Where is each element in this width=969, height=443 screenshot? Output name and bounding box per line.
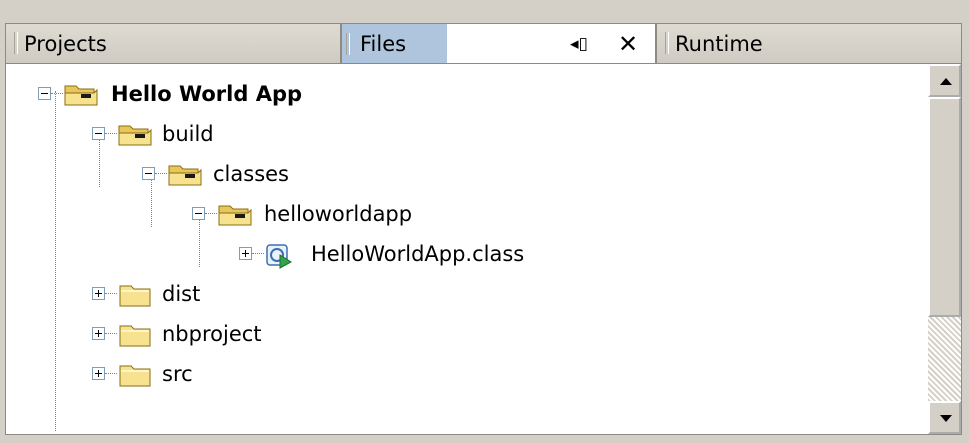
tree-node-label: helloworldapp (264, 202, 413, 226)
tree-node-build[interactable]: build (6, 114, 906, 154)
tab-projects-label: Projects (24, 32, 107, 56)
arrow-down-icon (940, 415, 952, 422)
open-folder-icon (118, 123, 152, 147)
tree-node-nbproject[interactable]: nbproject (6, 314, 906, 354)
expand-toggle-icon[interactable] (92, 327, 105, 340)
collapse-toggle-icon[interactable] (192, 207, 205, 220)
folder-icon (118, 363, 152, 387)
tree-connector (105, 133, 117, 134)
files-window: Projects Files ◂▯ ✕ Runtime Hello World … (0, 0, 969, 443)
tab-projects[interactable]: Projects (5, 23, 341, 63)
tab-files-label: Files (360, 32, 407, 56)
tree-node-label: HelloWorldApp.class (311, 242, 525, 266)
open-folder-icon (64, 83, 98, 107)
open-folder-icon (218, 203, 252, 227)
tree-node-label: classes (213, 162, 289, 186)
scroll-thumb[interactable] (928, 97, 961, 317)
file-tree: Hello World App build classes helloworld… (5, 63, 962, 435)
close-icon[interactable]: ✕ (618, 24, 638, 63)
collapse-toggle-icon[interactable] (92, 127, 105, 140)
tree-node-helloworldapp-class[interactable]: HelloWorldApp.class (6, 234, 906, 274)
expand-toggle-icon[interactable] (239, 247, 252, 260)
tab-files[interactable]: Files ◂▯ ✕ (341, 23, 656, 63)
scroll-up-button[interactable] (928, 64, 961, 97)
tree-connector (105, 373, 117, 374)
tab-runtime[interactable]: Runtime (656, 23, 962, 63)
scroll-track[interactable] (928, 317, 961, 401)
grip-icon (14, 32, 18, 54)
arrow-up-icon (940, 78, 952, 85)
vertical-scrollbar[interactable] (928, 64, 961, 434)
tree-connector (51, 93, 63, 94)
scroll-down-button[interactable] (928, 401, 961, 434)
open-folder-icon (168, 163, 202, 187)
minimize-window-icon[interactable]: ◂▯ (570, 24, 588, 63)
tab-runtime-label: Runtime (675, 32, 763, 56)
tree-node-label: build (162, 122, 214, 146)
collapse-toggle-icon[interactable] (142, 167, 155, 180)
grip-icon (665, 32, 669, 54)
class-file-icon (264, 241, 298, 269)
tree-node-helloworldapp[interactable]: helloworldapp (6, 194, 906, 234)
tree-node-label: nbproject (162, 322, 262, 346)
tree-node-dist[interactable]: dist (6, 274, 906, 314)
folder-icon (118, 323, 152, 347)
tree-connector (105, 293, 117, 294)
collapse-toggle-icon[interactable] (38, 87, 51, 100)
tree-node-root[interactable]: Hello World App (6, 74, 906, 114)
tree-node-label: dist (162, 282, 201, 306)
grip-icon (346, 33, 350, 55)
folder-icon (118, 283, 152, 307)
tab-bar: Projects Files ◂▯ ✕ Runtime (5, 23, 962, 63)
tree-node-classes[interactable]: classes (6, 154, 906, 194)
tree-connector (105, 333, 117, 334)
tree-node-src[interactable]: src (6, 354, 906, 394)
tree-node-label: src (162, 362, 193, 386)
tree-node-label: Hello World App (111, 82, 303, 106)
expand-toggle-icon[interactable] (92, 367, 105, 380)
tree-connector (252, 253, 264, 254)
tree-connector (205, 213, 217, 214)
tree-connector (155, 173, 167, 174)
expand-toggle-icon[interactable] (92, 287, 105, 300)
